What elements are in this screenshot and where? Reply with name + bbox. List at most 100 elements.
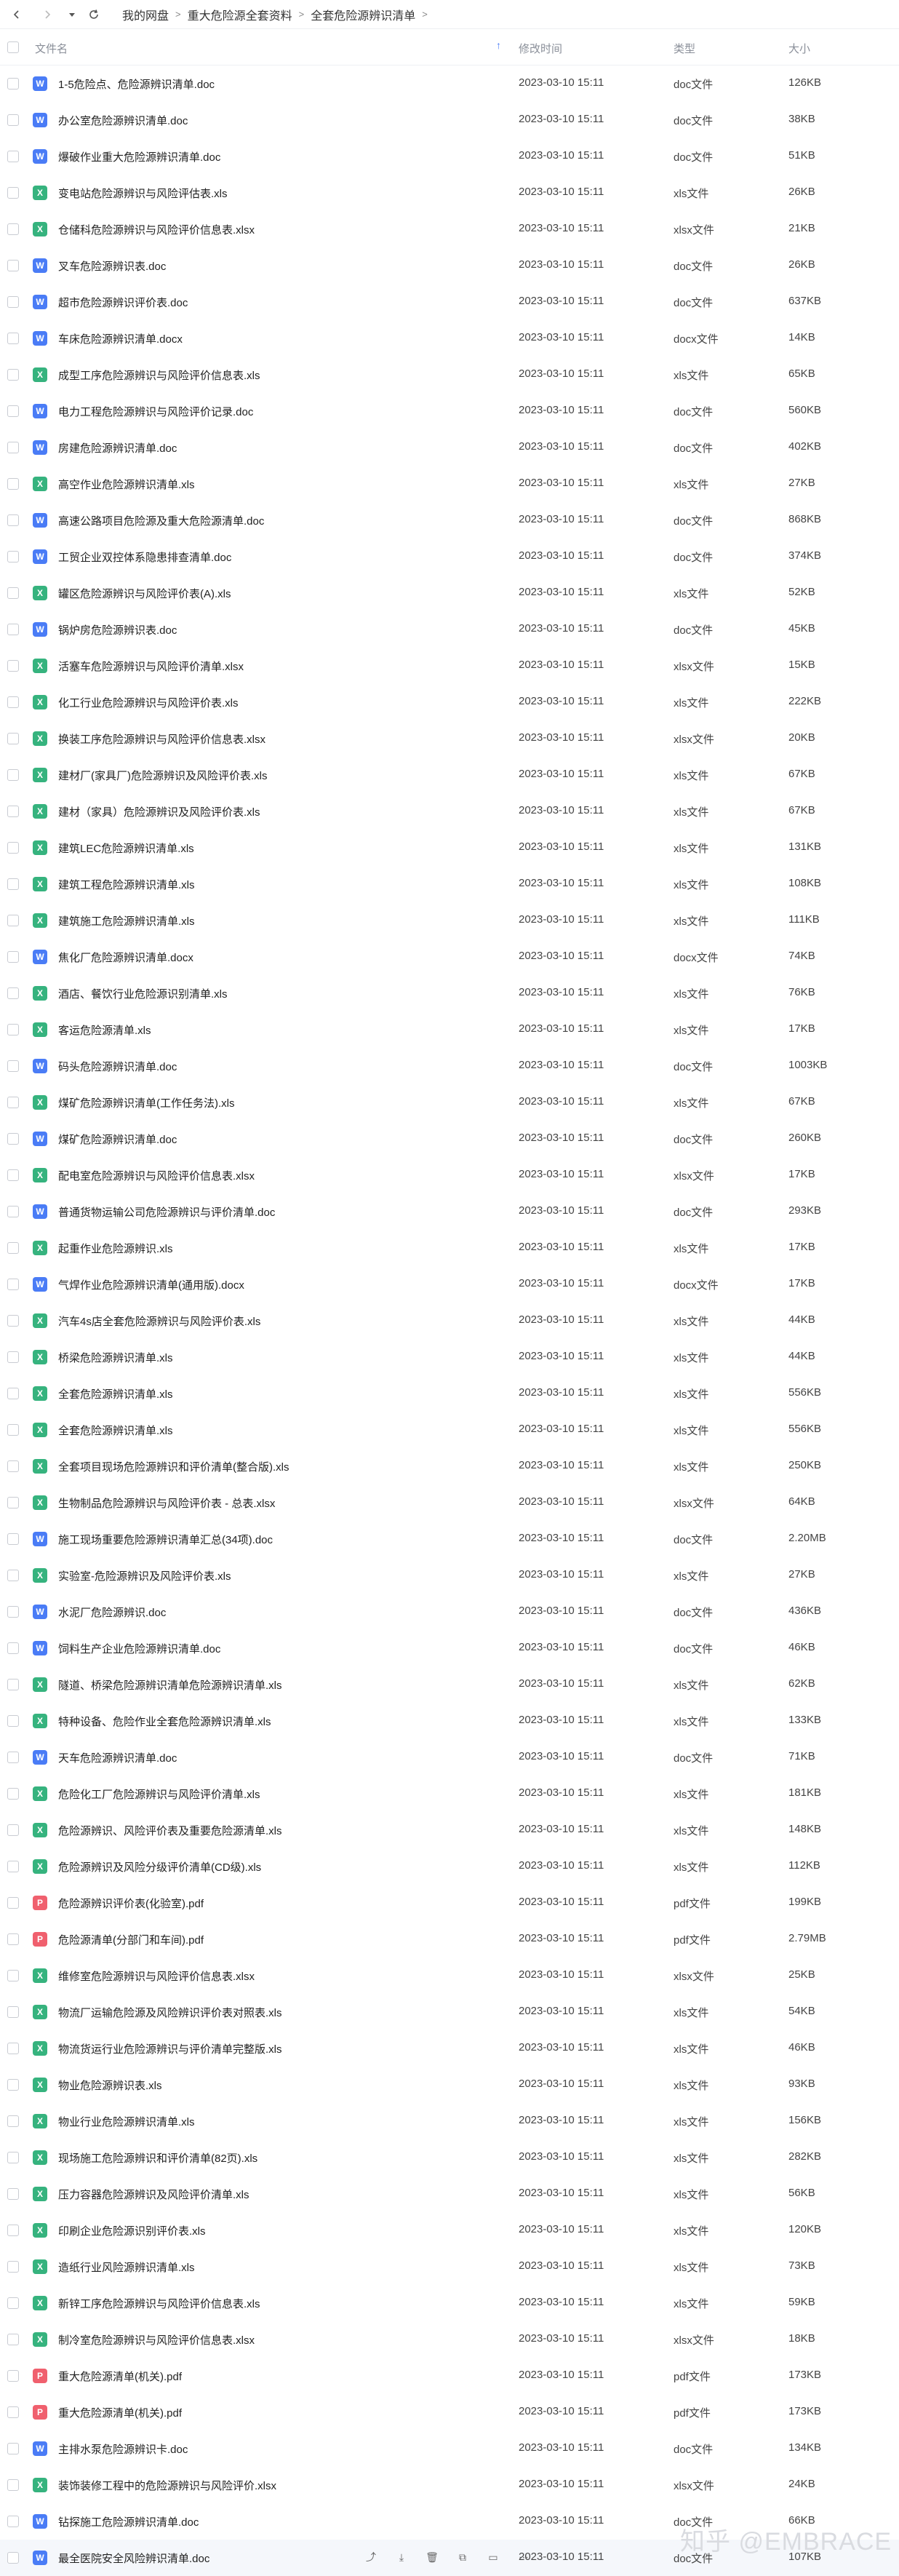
file-name[interactable]: 全套危险源辨识清单.xls (58, 1386, 173, 1402)
file-row[interactable]: W 爆破作业重大危险源辨识清单.doc 2023-03-10 15:11 doc文件 5… (0, 138, 899, 175)
row-checkbox[interactable] (7, 806, 19, 817)
refresh-button[interactable] (86, 7, 102, 23)
file-name[interactable]: 仓储科危险源辨识与风险评价信息表.xlsx (58, 222, 255, 237)
copy-icon[interactable]: ⧉ (454, 2548, 471, 2566)
file-row[interactable]: X 配电室危险源辨识与风险评价信息表.xlsx 2023-03-10 15:11 xl… (0, 1157, 899, 1193)
file-row[interactable]: X 建材（家具）危险源辨识及风险评价表.xls 2023-03-10 15:11 xl… (0, 793, 899, 830)
select-all-checkbox[interactable] (7, 41, 19, 53)
file-row[interactable]: W 车床危险源辨识清单.docx 2023-03-10 15:11 docx文件 14K… (0, 320, 899, 357)
row-checkbox[interactable] (7, 1388, 19, 1399)
file-row[interactable]: P 危险源辨识评价表(化验室).pdf 2023-03-10 15:11 pdf文件 1… (0, 1885, 899, 1921)
file-name[interactable]: 隧道、桥梁危险源辨识清单危险源辨识清单.xls (58, 1677, 282, 1693)
file-name[interactable]: 码头危险源辨识清单.doc (58, 1059, 177, 1074)
row-checkbox[interactable] (7, 1788, 19, 1800)
row-checkbox[interactable] (7, 842, 19, 854)
file-row[interactable]: X 隧道、桥梁危险源辨识清单危险源辨识清单.xls 2023-03-10 15:11… (0, 1666, 899, 1703)
file-name[interactable]: 物业行业危险源辨识清单.xls (58, 2114, 195, 2129)
row-checkbox[interactable] (7, 369, 19, 381)
file-name[interactable]: 生物制品危险源辨识与风险评价表 - 总表.xlsx (58, 1495, 275, 1511)
file-name[interactable]: 建筑施工危险源辨识清单.xls (58, 913, 195, 929)
file-row[interactable]: X 制冷室危险源辨识与风险评价信息表.xlsx 2023-03-10 15:11 xl… (0, 2321, 899, 2358)
file-name[interactable]: 建材（家具）危险源辨识及风险评价表.xls (58, 804, 260, 819)
move-icon[interactable]: ▭ (484, 2548, 502, 2566)
row-checkbox[interactable] (7, 733, 19, 744)
row-checkbox[interactable] (7, 987, 19, 999)
file-name[interactable]: 建筑LEC危险源辨识清单.xls (58, 840, 194, 856)
row-checkbox[interactable] (7, 2443, 19, 2454)
file-name[interactable]: 罐区危险源辨识与风险评价表(A).xls (58, 586, 231, 601)
file-name[interactable]: 钻探施工危险源辨识清单.doc (58, 2514, 199, 2529)
file-name[interactable]: 换装工序危险源辨识与风险评价信息表.xlsx (58, 731, 265, 747)
file-row[interactable]: X 全套项目现场危险源辨识和评价清单(整合版).xls 2023-03-10 15:… (0, 1448, 899, 1484)
file-name[interactable]: 危险源清单(分部门和车间).pdf (58, 1932, 204, 1947)
file-name[interactable]: 危险源辨识评价表(化验室).pdf (58, 1896, 204, 1911)
file-name[interactable]: 最全医院安全风险辨识清单.doc (58, 2551, 209, 2566)
row-checkbox[interactable] (7, 2225, 19, 2236)
file-name[interactable]: 焦化厂危险源辨识清单.docx (58, 950, 193, 965)
row-checkbox[interactable] (7, 660, 19, 672)
file-name[interactable]: 危险源辨识及风险分级评价清单(CD级).xls (58, 1859, 261, 1875)
more-icon[interactable]: ⋯ (515, 2548, 532, 2566)
file-row[interactable]: X 建材厂(家具厂)危险源辨识及风险评价表.xls 2023-03-10 15:11… (0, 757, 899, 793)
back-button[interactable] (9, 7, 25, 23)
file-name[interactable]: 装饰装修工程中的危险源辨识与风险评价.xlsx (58, 2478, 276, 2493)
forward-button[interactable] (39, 7, 55, 23)
row-checkbox[interactable] (7, 2079, 19, 2091)
row-checkbox[interactable] (7, 696, 19, 708)
row-checkbox[interactable] (7, 2188, 19, 2200)
row-checkbox[interactable] (7, 624, 19, 635)
breadcrumb-item[interactable]: 我的网盘 (122, 6, 169, 23)
row-checkbox[interactable] (7, 2370, 19, 2382)
file-name[interactable]: 煤矿危险源辨识清单(工作任务法).xls (58, 1095, 235, 1110)
column-header-name[interactable]: 文件名 (35, 41, 68, 56)
file-row[interactable]: X 物业危险源辨识表.xls 2023-03-10 15:11 xls文件 93KB (0, 2067, 899, 2103)
file-name[interactable]: 电力工程危险源辨识与风险评价记录.doc (58, 404, 253, 419)
file-name[interactable]: 普通货物运输公司危险源辨识与评价清单.doc (58, 1204, 275, 1220)
file-row[interactable]: X 物业行业危险源辨识清单.xls 2023-03-10 15:11 xls文件 156… (0, 2103, 899, 2139)
row-checkbox[interactable] (7, 878, 19, 890)
file-row[interactable]: X 建筑工程危险源辨识清单.xls 2023-03-10 15:11 xls文件 108… (0, 866, 899, 902)
file-name[interactable]: 汽车4s店全套危险源辨识与风险评价表.xls (58, 1313, 260, 1329)
file-name[interactable]: 造纸行业风险源辨识清单.xls (58, 2259, 195, 2275)
row-checkbox[interactable] (7, 260, 19, 271)
row-checkbox[interactable] (7, 2334, 19, 2345)
row-checkbox[interactable] (7, 442, 19, 453)
file-name[interactable]: 高空作业危险源辨识清单.xls (58, 477, 195, 492)
file-row[interactable]: X 起重作业危险源辨识.xls 2023-03-10 15:11 xls文件 17KB (0, 1230, 899, 1266)
file-name[interactable]: 饲料生产企业危险源辨识清单.doc (58, 1641, 220, 1656)
file-row[interactable]: X 物流货运行业危险源辨识与评价清单完整版.xls 2023-03-10 15:11… (0, 2030, 899, 2067)
file-name[interactable]: 全套项目现场危险源辨识和评价清单(整合版).xls (58, 1459, 289, 1474)
file-name[interactable]: 房建危险源辨识清单.doc (58, 440, 177, 456)
file-name[interactable]: 爆破作业重大危险源辨识清单.doc (58, 149, 220, 164)
row-checkbox[interactable] (7, 1133, 19, 1145)
file-row[interactable]: P 危险源清单(分部门和车间).pdf 2023-03-10 15:11 pdf文件 2… (0, 1921, 899, 1957)
row-checkbox[interactable] (7, 1570, 19, 1581)
file-row[interactable]: X 换装工序危险源辨识与风险评价信息表.xlsx 2023-03-10 15:11 x… (0, 720, 899, 757)
row-checkbox[interactable] (7, 1861, 19, 1872)
row-checkbox[interactable] (7, 1642, 19, 1654)
file-name[interactable]: 1-5危险点、危险源辨识清单.doc (58, 76, 215, 92)
file-name[interactable]: 煤矿危险源辨识清单.doc (58, 1132, 177, 1147)
row-checkbox[interactable] (7, 915, 19, 926)
file-row[interactable]: X 汽车4s店全套危险源辨识与风险评价表.xls 2023-03-10 15:11 x… (0, 1303, 899, 1339)
row-checkbox[interactable] (7, 2043, 19, 2054)
file-row[interactable]: X 建筑施工危险源辨识清单.xls 2023-03-10 15:11 xls文件 111… (0, 902, 899, 939)
file-row[interactable]: X 建筑LEC危险源辨识清单.xls 2023-03-10 15:11 xls文件 13… (0, 830, 899, 866)
file-row[interactable]: X 特种设备、危险作业全套危险源辨识清单.xls 2023-03-10 15:11 x… (0, 1703, 899, 1739)
file-row[interactable]: W 房建危险源辨识清单.doc 2023-03-10 15:11 doc文件 402KB (0, 429, 899, 466)
file-row[interactable]: W 煤矿危险源辨识清单.doc 2023-03-10 15:11 doc文件 260KB (0, 1121, 899, 1157)
file-row[interactable]: W 焦化厂危险源辨识清单.docx 2023-03-10 15:11 docx文件 74… (0, 939, 899, 975)
file-row[interactable]: X 桥梁危险源辨识清单.xls 2023-03-10 15:11 xls文件 44KB (0, 1339, 899, 1375)
breadcrumb-item[interactable]: 全套危险源辨识清单 (311, 6, 415, 23)
file-row[interactable]: W 工贸企业双控体系隐患排查清单.doc 2023-03-10 15:11 doc文件… (0, 538, 899, 575)
row-checkbox[interactable] (7, 405, 19, 417)
file-row[interactable]: X 酒店、餐饮行业危险源识别清单.xls 2023-03-10 15:11 xls文件… (0, 975, 899, 1011)
file-name[interactable]: 主排水泵危险源辨识卡.doc (58, 2441, 188, 2457)
column-header-size[interactable]: 大小 (788, 41, 810, 56)
file-name[interactable]: 配电室危险源辨识与风险评价信息表.xlsx (58, 1168, 255, 1183)
file-name[interactable]: 气焊作业危险源辨识清单(通用版).docx (58, 1277, 244, 1292)
file-name[interactable]: 印刷企业危险源识别评价表.xls (58, 2223, 206, 2238)
file-row[interactable]: W 气焊作业危险源辨识清单(通用版).docx 2023-03-10 15:11 do… (0, 1266, 899, 1303)
row-checkbox[interactable] (7, 587, 19, 599)
row-checkbox[interactable] (7, 551, 19, 562)
